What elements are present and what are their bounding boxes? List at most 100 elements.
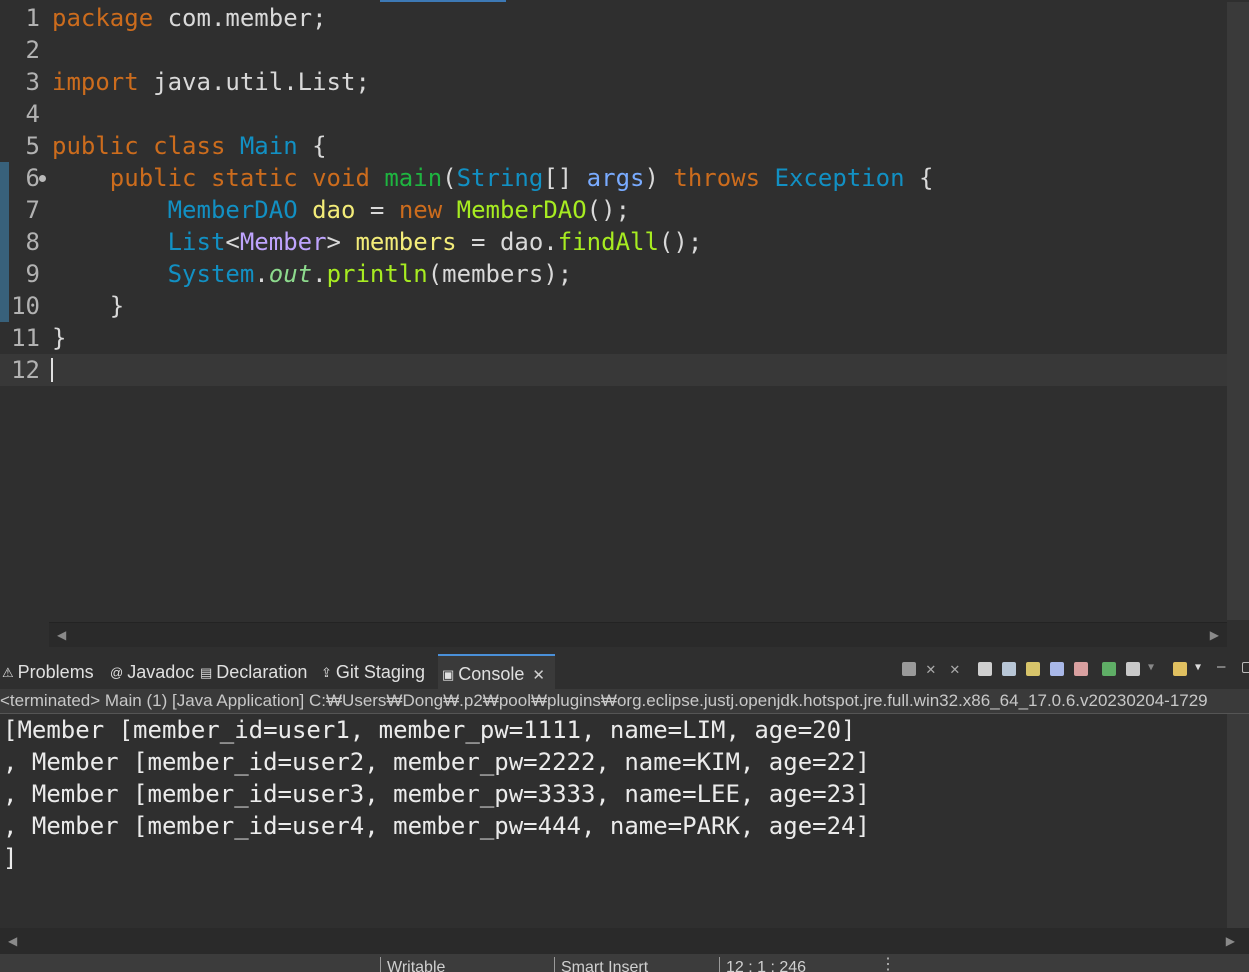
- status-insert-mode: Smart Insert: [554, 957, 648, 972]
- editor-tab-indicator: [380, 0, 506, 2]
- code-token: List: [167, 228, 226, 256]
- code-token: new: [398, 196, 443, 224]
- code-token: public: [52, 132, 139, 160]
- code-token: = dao.: [456, 228, 558, 256]
- console-output[interactable]: [Member [member_id=user1, member_pw=1111…: [0, 714, 1227, 928]
- code-token: Member: [239, 228, 327, 256]
- code-token: args: [586, 164, 645, 192]
- line-number: 7: [25, 196, 40, 224]
- more-icon[interactable]: ⋮: [880, 954, 896, 972]
- status-writable: Writable: [380, 957, 445, 972]
- close-icon[interactable]: ✕: [532, 667, 545, 684]
- code-text: import java.util.List;: [52, 66, 370, 98]
- code-token: com.member;: [153, 4, 327, 32]
- editor-vertical-scrollbar[interactable]: [1227, 2, 1249, 620]
- maximize-icon[interactable]: [1242, 662, 1249, 673]
- console-horizontal-scrollbar[interactable]: ◀ ▶: [0, 928, 1249, 954]
- scroll-lock-icon[interactable]: [1002, 662, 1016, 676]
- console-line: [Member [member_id=user1, member_pw=1111…: [3, 716, 856, 744]
- line-number: 9: [25, 260, 40, 288]
- code-editor[interactable]: 1 package com.member; 2 3 import java.util.L…: [0, 0, 1249, 648]
- tab-javadoc[interactable]: @ Javadoc: [110, 654, 194, 687]
- code-text: public static void main(String[] args) t…: [52, 162, 934, 194]
- tab-git-staging[interactable]: ⇪ Git Staging: [321, 654, 425, 687]
- code-token: <: [225, 228, 240, 256]
- view-menu-icon[interactable]: ▼: [1195, 662, 1209, 676]
- code-token: println: [326, 260, 428, 288]
- code-text: public class Main {: [52, 130, 327, 162]
- terminate-icon[interactable]: [902, 662, 916, 676]
- code-token: ();: [658, 228, 703, 256]
- show-on-stderr-icon[interactable]: [1074, 662, 1088, 676]
- console-vertical-scrollbar[interactable]: [1227, 714, 1249, 928]
- scroll-right-icon[interactable]: ▶: [1226, 928, 1235, 954]
- line-number: 2: [25, 36, 40, 64]
- code-token: dao: [312, 196, 356, 224]
- code-text: package com.member;: [52, 2, 327, 34]
- show-on-stdout-icon[interactable]: [1050, 662, 1064, 676]
- console-line: , Member [member_id=user2, member_pw=222…: [3, 748, 870, 776]
- code-token: MemberDAO: [456, 196, 587, 224]
- code-token: findAll: [557, 228, 659, 256]
- tab-label: Declaration: [216, 662, 308, 682]
- tab-label: Javadoc: [127, 662, 195, 682]
- display-console-icon[interactable]: [1126, 662, 1140, 676]
- remove-all-icon[interactable]: ✕: [950, 661, 964, 677]
- code-token: out: [268, 260, 313, 288]
- code-token: .: [312, 260, 327, 288]
- code-token: class: [153, 132, 226, 160]
- scroll-left-icon[interactable]: ◀: [57, 623, 66, 647]
- text-caret: [51, 358, 53, 382]
- javadoc-icon: @: [110, 665, 124, 680]
- tab-console[interactable]: ▣ Console ✕: [438, 654, 555, 689]
- line-number: 8: [25, 228, 40, 256]
- current-line-highlight: [0, 354, 1227, 386]
- scroll-right-icon[interactable]: ▶: [1210, 623, 1219, 647]
- code-token: >: [326, 228, 356, 256]
- tab-problems[interactable]: ⚠ Problems: [2, 654, 94, 687]
- fold-icon[interactable]: [39, 175, 46, 182]
- code-token: String: [456, 164, 544, 192]
- console-icon: ▣: [442, 667, 455, 682]
- line-number: 1: [25, 4, 40, 32]
- chevron-down-icon[interactable]: ▼: [1148, 662, 1162, 676]
- code-token: }: [52, 292, 125, 320]
- code-token: {: [904, 164, 934, 192]
- pin-console-icon[interactable]: [1102, 662, 1116, 676]
- code-token: (: [442, 164, 457, 192]
- tab-declaration[interactable]: ▤ Declaration: [200, 654, 307, 687]
- tab-label: Git Staging: [335, 662, 425, 682]
- word-wrap-icon[interactable]: [1026, 662, 1040, 676]
- scroll-left-icon[interactable]: ◀: [8, 928, 17, 954]
- line-number: 10: [11, 292, 40, 320]
- code-text: }: [52, 290, 124, 322]
- code-token: import: [52, 68, 139, 96]
- status-bar: Writable Smart Insert 12 : 1 : 246 ⋮: [0, 954, 1249, 972]
- code-token: Main: [239, 132, 298, 160]
- editor-horizontal-scrollbar[interactable]: ◀ ▶: [49, 622, 1227, 647]
- line-number: 5: [25, 132, 40, 160]
- remove-launch-icon[interactable]: ✕: [926, 661, 940, 677]
- code-token: ();: [586, 196, 631, 224]
- code-text: System.out.println(members);: [52, 258, 573, 290]
- clear-console-icon[interactable]: [978, 662, 992, 676]
- code-text: List<Member> members = dao.findAll();: [52, 226, 703, 258]
- minimize-icon[interactable]: –: [1217, 660, 1231, 676]
- code-token: .: [254, 260, 269, 288]
- console-line: ]: [3, 844, 18, 872]
- open-console-icon[interactable]: [1173, 662, 1187, 676]
- line-number: 6: [25, 164, 40, 192]
- code-token: package: [52, 4, 154, 32]
- code-token: throws: [673, 164, 761, 192]
- status-cursor-position: 12 : 1 : 246: [719, 957, 806, 972]
- console-description: <terminated> Main (1) [Java Application]…: [0, 689, 1249, 714]
